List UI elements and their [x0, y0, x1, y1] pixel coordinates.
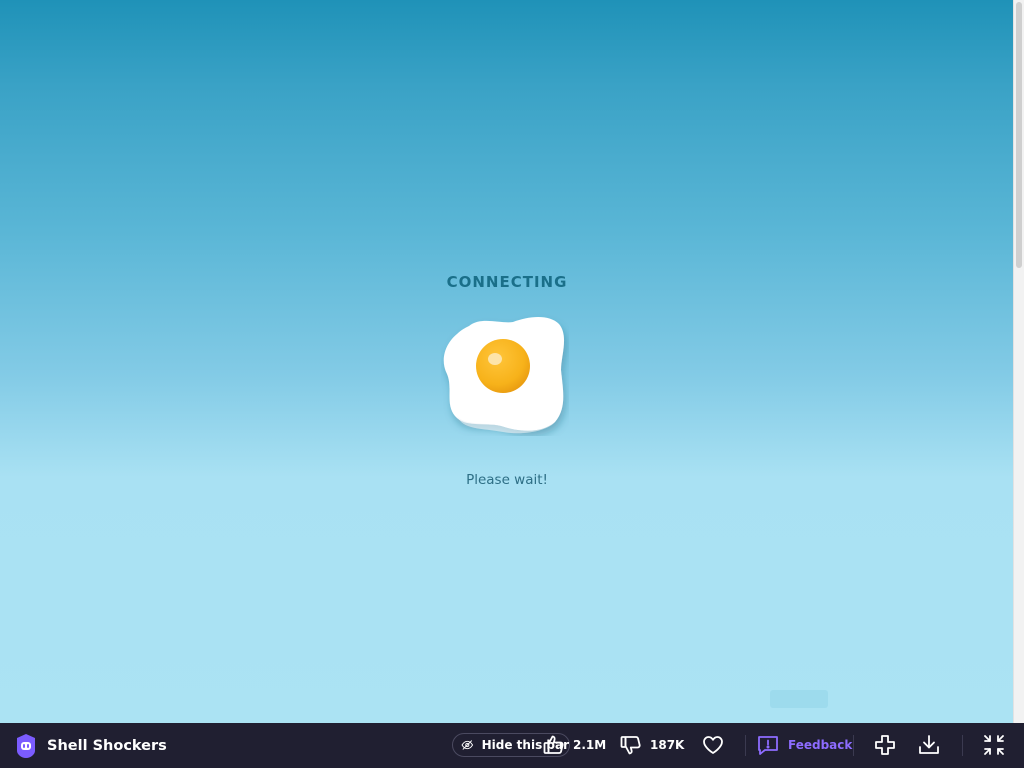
like-count: 2.1M: [573, 738, 607, 752]
dislike-button[interactable]: 187K: [619, 732, 684, 758]
download-button[interactable]: [917, 732, 941, 758]
feedback-label: Feedback: [788, 738, 853, 752]
heart-icon: [703, 736, 723, 754]
viewport: CONNECTING Please wait! Shell Shockers H…: [0, 0, 1024, 768]
feedback-button[interactable]: Feedback: [756, 732, 852, 758]
scrollbar-thumb[interactable]: [1016, 2, 1022, 268]
loading-title: CONNECTING: [446, 273, 568, 291]
dislike-count: 187K: [650, 738, 685, 752]
thumbs-down-icon: [620, 736, 641, 755]
toolbar-divider: [853, 735, 854, 756]
thumbs-up-icon: [543, 735, 564, 754]
vertical-scrollbar[interactable]: [1013, 0, 1024, 723]
like-button[interactable]: 2.1M: [542, 732, 606, 758]
plus-shape-icon: [875, 735, 895, 755]
eye-off-icon: [461, 740, 474, 750]
game-title: Shell Shockers: [47, 737, 167, 754]
exit-fullscreen-button[interactable]: [982, 732, 1006, 758]
download-icon: [919, 735, 939, 754]
toolbar-divider: [962, 735, 963, 756]
game-canvas[interactable]: CONNECTING Please wait!: [0, 0, 1014, 723]
toolbar-divider: [745, 735, 746, 756]
game-bottom-bar: Shell Shockers Hide this bar 2.1M 187K F…: [0, 723, 1024, 768]
loading-panel: CONNECTING Please wait!: [407, 268, 607, 498]
collapse-icon: [984, 735, 1004, 755]
feedback-icon: [758, 736, 778, 755]
fried-egg-icon: [443, 317, 565, 434]
game-brand[interactable]: Shell Shockers: [14, 732, 167, 759]
faded-overlay-element: [770, 690, 828, 708]
platform-logo-icon: [17, 733, 35, 758]
report-button[interactable]: [873, 732, 897, 758]
please-wait-message: Please wait!: [466, 472, 548, 488]
favorite-button[interactable]: [701, 732, 725, 758]
